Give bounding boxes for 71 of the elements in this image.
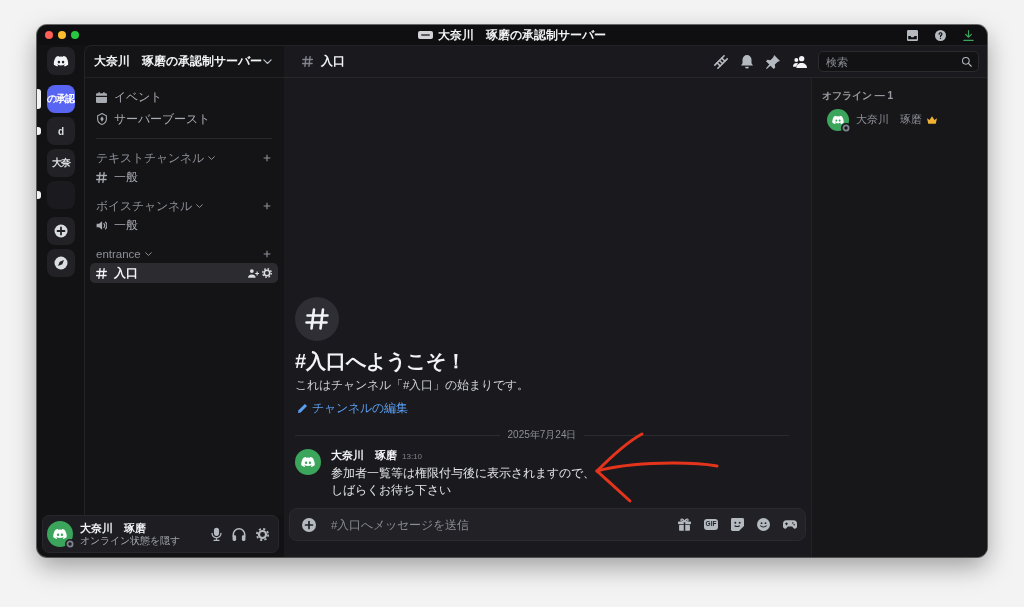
compass-icon[interactable] (46, 249, 75, 277)
chevron-down-icon[interactable] (144, 251, 152, 257)
emoji-icon[interactable] (757, 518, 770, 531)
shield-icon (96, 113, 107, 125)
plus-icon[interactable] (263, 154, 271, 162)
help-icon[interactable] (935, 29, 946, 41)
add-attachment-icon[interactable] (302, 517, 316, 532)
chevron-down-icon[interactable] (208, 155, 215, 161)
chevron-down-icon[interactable] (263, 58, 272, 65)
plus-icon[interactable] (263, 250, 271, 258)
channel-name: 入口 (321, 53, 345, 70)
bell-icon[interactable] (741, 54, 753, 69)
message-text: しばらくお待ち下さい (331, 484, 451, 496)
avatar-icon[interactable] (47, 521, 73, 547)
minimize-button[interactable] (58, 31, 66, 39)
search-icon[interactable] (962, 56, 972, 67)
category-label[interactable]: ボイスチャンネル (96, 198, 192, 214)
search-field[interactable]: 検索 (818, 51, 979, 72)
member-item[interactable]: 大奈川 琢磨 (822, 108, 979, 132)
chevron-down-icon[interactable] (196, 203, 203, 209)
speaker-icon (96, 219, 107, 231)
sidebar-item[interactable]: イベント (90, 86, 278, 108)
pin-icon[interactable] (766, 54, 780, 69)
settings-icon[interactable] (256, 527, 269, 541)
microphone-icon[interactable] (211, 527, 222, 541)
message-text: 参加者一覧等は権限付与後に表示されますので、 (331, 467, 595, 479)
ladder-icon[interactable] (714, 54, 728, 69)
hash-icon (96, 171, 107, 183)
hash-icon (302, 56, 313, 67)
server-name[interactable]: 大奈川 琢磨の承認制サーバー (94, 53, 262, 70)
close-button[interactable] (45, 31, 53, 39)
date-divider-label: 2025年7月24日 (507, 429, 577, 441)
user-name: 大奈川 琢磨 (80, 521, 147, 535)
settings-icon[interactable] (262, 268, 272, 278)
sticker-icon[interactable] (731, 518, 744, 531)
calendar-icon (96, 91, 107, 103)
headphones-icon[interactable] (232, 527, 246, 541)
people-icon[interactable] (793, 55, 807, 68)
pencil-icon (298, 403, 307, 413)
zoom-button[interactable] (71, 31, 79, 39)
welcome-subtitle: これはチャンネル「#入口」の始まりです。 (295, 378, 530, 393)
message-time: 13:10 (402, 451, 423, 463)
channel-item[interactable]: 一般 (90, 167, 278, 187)
category-label[interactable]: entrance (96, 248, 141, 260)
message-input[interactable]: #入口へメッセージを送信 (331, 518, 668, 531)
download-icon[interactable] (963, 29, 974, 41)
plus-icon[interactable] (263, 202, 271, 210)
user-status-text: オンライン状態を隠す (80, 534, 180, 547)
member-group-heading: オフライン — 1 (822, 90, 895, 102)
hash-icon (96, 267, 107, 279)
server-button[interactable]: 大奈 (46, 149, 75, 177)
server-button[interactable]: の承認 (46, 85, 75, 113)
person-add-icon[interactable] (248, 268, 259, 278)
sidebar-item[interactable]: サーバーブースト (90, 108, 278, 130)
gift-icon[interactable] (678, 518, 691, 531)
avatar-icon[interactable] (827, 109, 849, 131)
channel-item[interactable]: 入口 (90, 263, 278, 283)
window-title: 大奈川 琢磨の承認制サーバー (438, 28, 606, 42)
add-server-icon[interactable] (46, 217, 75, 245)
gamepad-icon[interactable] (783, 520, 797, 529)
avatar-icon[interactable] (295, 449, 321, 475)
server-icon (418, 31, 433, 39)
category-label[interactable]: テキストチャンネル (96, 150, 204, 166)
logo-icon[interactable] (46, 47, 75, 75)
welcome-title: #入口へようこそ！ (295, 349, 467, 373)
channel-hash-icon (295, 297, 339, 341)
edit-channel-link[interactable]: チャンネルの編集 (295, 400, 408, 416)
server-button[interactable]: d (46, 117, 75, 145)
channel-item[interactable]: 一般 (90, 215, 278, 235)
message-author[interactable]: 大奈川 琢磨 (331, 448, 397, 462)
inbox-icon[interactable] (907, 29, 918, 41)
